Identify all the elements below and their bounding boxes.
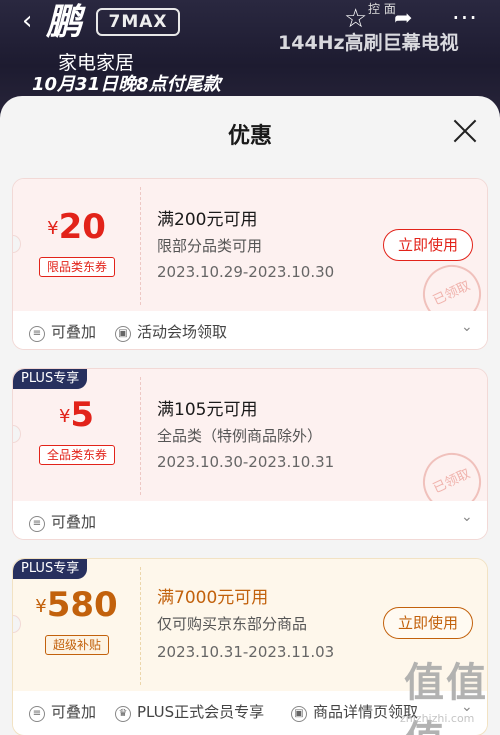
coupon-dates: 2023.10.31-2023.11.03 (157, 643, 335, 661)
crown-icon: ♛ (115, 706, 131, 722)
amount-value: 580 (46, 585, 118, 625)
ticket-icon: ▣ (291, 706, 307, 722)
plus-badge: PLUS专享 (13, 369, 88, 389)
amount-value: 5 (70, 395, 95, 435)
star-icon[interactable]: ☆ (344, 4, 367, 34)
chevron-down-icon[interactable]: ⌄ (461, 509, 473, 525)
ticket-icon: ▣ (115, 326, 131, 342)
promo-line-2: 10月31日晚8点付尾款 (32, 74, 221, 95)
stack-icon: ≡ (29, 706, 45, 722)
coupon-amount: ¥5 (13, 395, 140, 435)
currency-symbol: ¥ (35, 596, 47, 617)
coupon-divider (140, 567, 141, 685)
amount-value: 20 (58, 207, 106, 247)
coupon-condition: 满7000元可用 (157, 588, 269, 608)
stackable-label: 可叠加 (51, 323, 97, 341)
close-icon[interactable] (452, 118, 478, 144)
coupon-type-tag: 全品类东券 (39, 445, 115, 465)
plus-member-label: PLUS正式会员专享 (137, 703, 265, 721)
coupon-divider (140, 377, 141, 495)
stackable-info: ≡ 可叠加 (29, 511, 96, 532)
coupon-dates: 2023.10.30-2023.10.31 (157, 453, 335, 471)
source-info: ▣ 商品详情页领取 (291, 701, 418, 722)
coupon-dates: 2023.10.29-2023.10.30 (157, 263, 335, 281)
coupon-card: ¥20 限品类东券 满200元可用 限部分品类可用 2023.10.29-202… (12, 178, 488, 350)
coupon-footer[interactable]: ≡ 可叠加 ▣ 活动会场领取 ⌄ (13, 311, 487, 349)
more-icon[interactable]: ··· (452, 4, 478, 32)
coupon-condition: 满105元可用 (157, 400, 258, 420)
coupon-footer[interactable]: ≡ 可叠加 ⌄ (13, 501, 487, 539)
stackable-label: 可叠加 (51, 703, 97, 721)
currency-symbol: ¥ (47, 218, 59, 239)
currency-symbol: ¥ (58, 406, 71, 427)
coupon-sheet: 优惠 ¥20 限品类东券 满200元可用 限部分品类可用 2023.10.29-… (0, 96, 500, 735)
stackable-info: ≡ 可叠加 (29, 321, 96, 342)
source-info: ▣ 活动会场领取 (115, 321, 227, 342)
coupon-type-tag: 超级补贴 (45, 635, 109, 655)
sheet-title: 优惠 (227, 124, 272, 149)
chevron-down-icon[interactable]: ⌄ (461, 319, 473, 335)
stack-icon: ≡ (29, 326, 45, 342)
coupon-divider (140, 187, 141, 305)
coupon-scope: 仅可购买京东部分商品 (157, 615, 308, 633)
use-now-button[interactable]: 立即使用 (383, 607, 473, 639)
coupon-amount: ¥580 (13, 585, 140, 625)
coupon-amount: ¥20 (13, 207, 140, 247)
source-label: 活动会场领取 (137, 323, 228, 341)
stackable-label: 可叠加 (51, 513, 97, 531)
use-now-button[interactable]: 立即使用 (383, 229, 473, 261)
actions-hint: 控 面 (368, 2, 396, 16)
coupon-condition: 满200元可用 (157, 210, 258, 230)
plus-badge: PLUS专享 (13, 559, 88, 579)
chevron-left-icon[interactable]: ‹ (22, 8, 32, 34)
model-label: 7MAX (96, 8, 180, 36)
plus-member-info: ♛ PLUS正式会员专享 (115, 701, 264, 722)
brand-logo: 鹏 (46, 1, 83, 43)
share-icon[interactable]: ➦ (394, 6, 412, 31)
coupon-scope: 限部分品类可用 (157, 237, 263, 255)
coupon-scope: 全品类（特例商品除外） (157, 427, 323, 445)
stackable-info: ≡ 可叠加 (29, 701, 96, 722)
site-watermark-url: zhizhizhi.com (400, 712, 475, 725)
product-banner: ‹ 鹏 7MAX 家电家居 10月31日晚8点付尾款 144Hz高刷巨幕电视 控… (0, 0, 500, 110)
stack-icon: ≡ (29, 516, 45, 532)
coupon-type-tag: 限品类东券 (39, 257, 115, 277)
coupon-card: PLUS专享 ¥5 全品类东券 满105元可用 全品类（特例商品除外） 2023… (12, 368, 488, 540)
tv-slogan: 144Hz高刷巨幕电视 (278, 32, 459, 54)
